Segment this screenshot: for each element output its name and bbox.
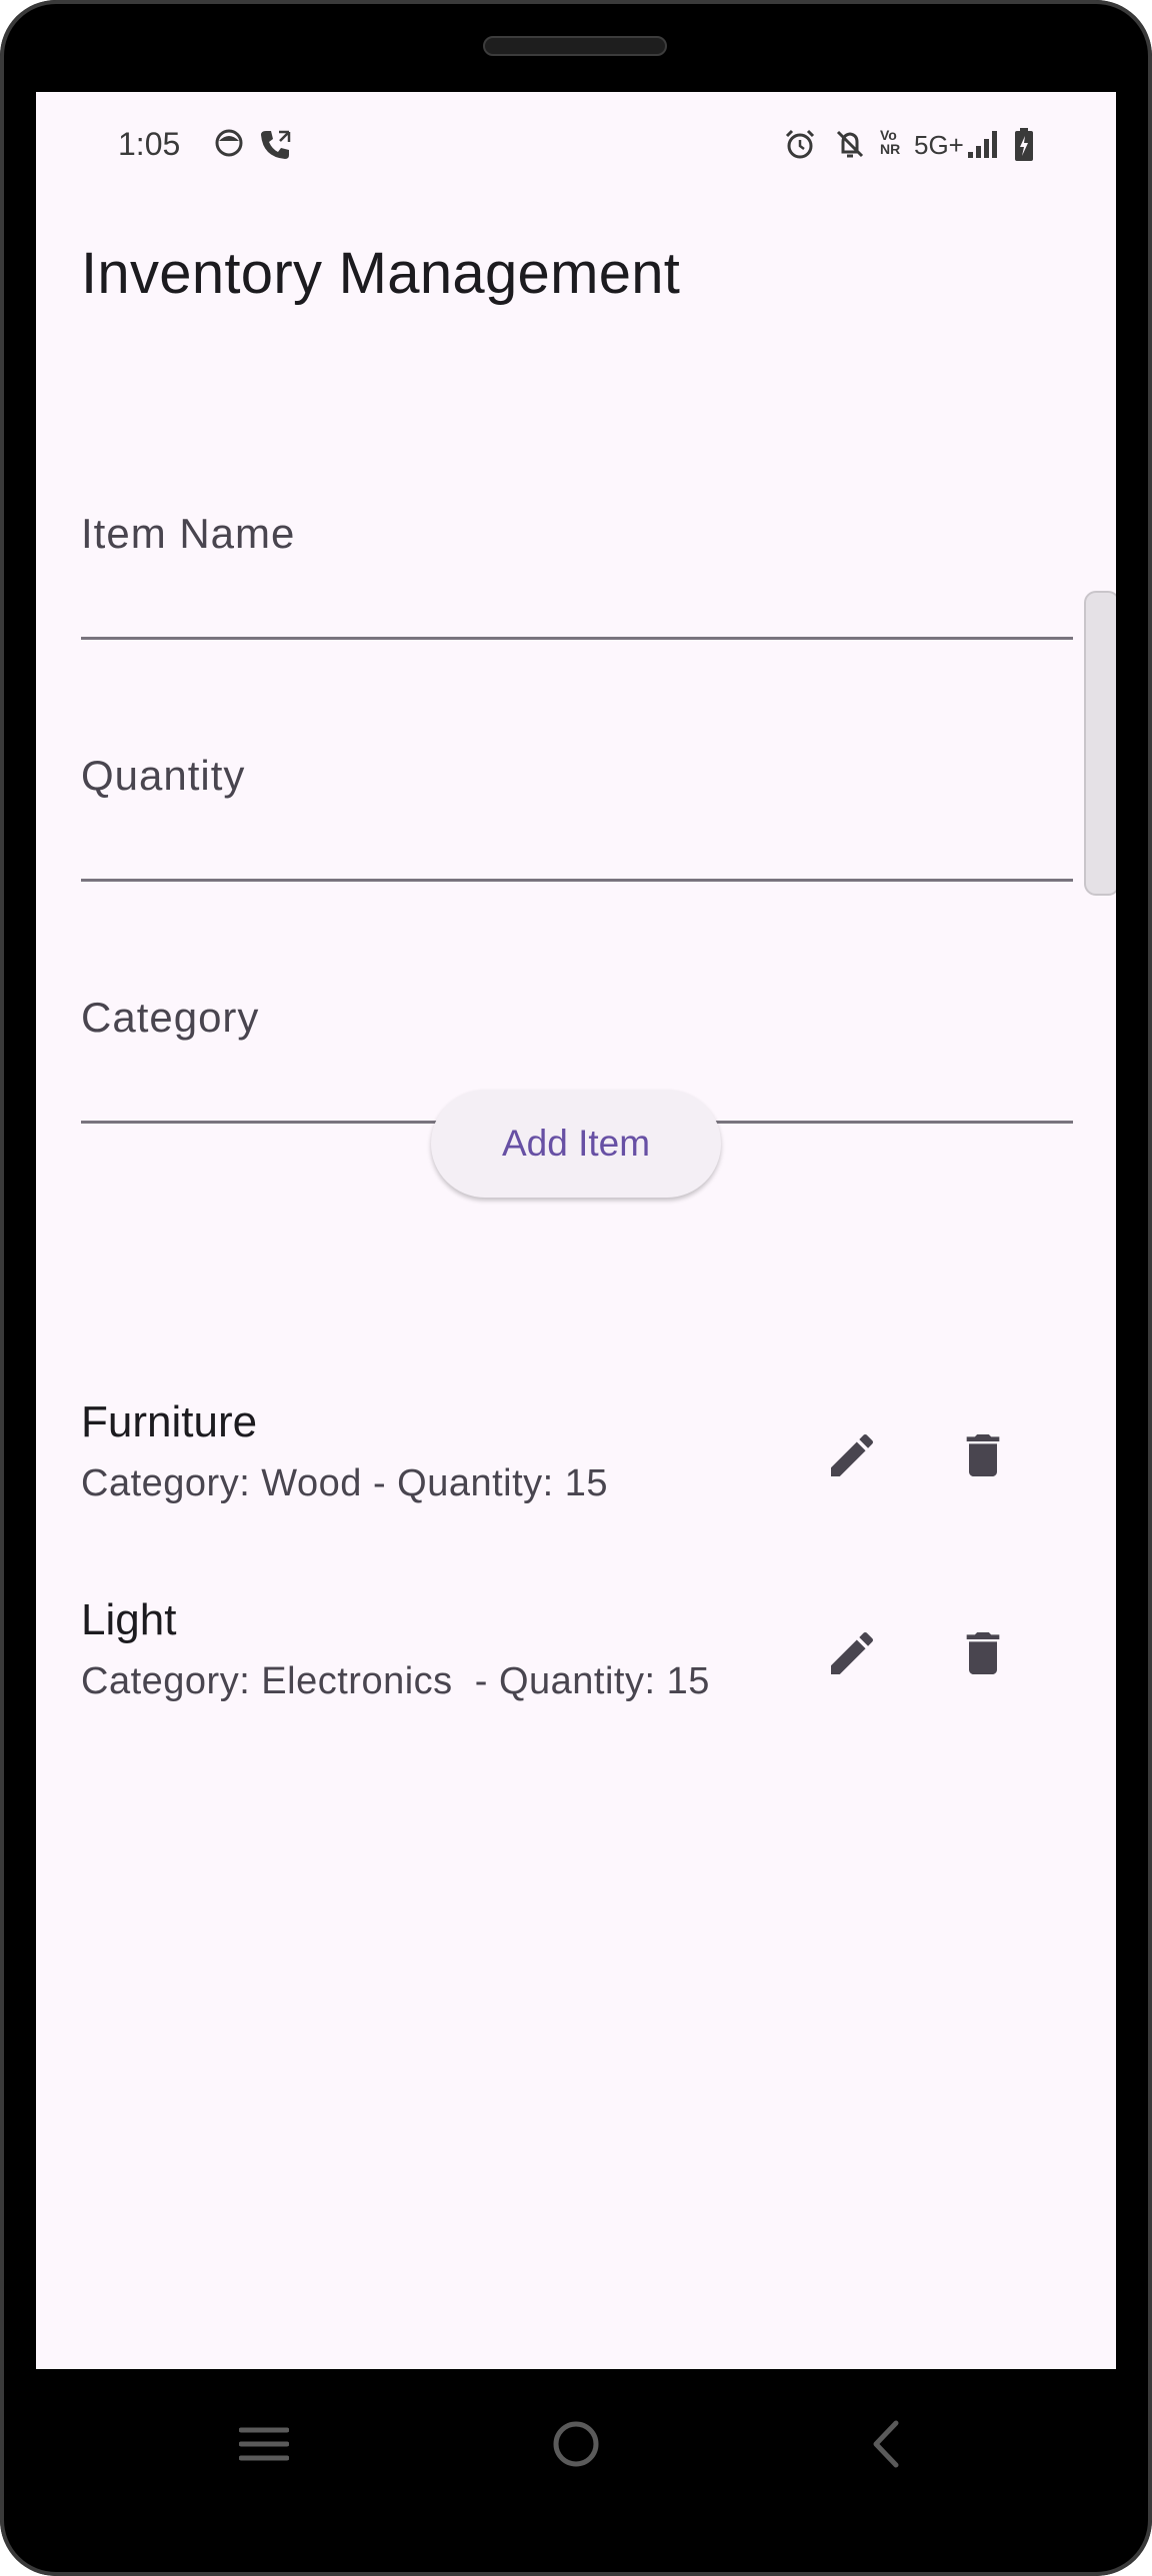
alarm-icon xyxy=(784,128,816,160)
delete-icon[interactable] xyxy=(935,1605,1031,1701)
battery-icon xyxy=(1014,128,1034,162)
app-screen: 1:05 Vo NR 5G+ Inventory Management Item… xyxy=(36,92,1116,2369)
quantity-field[interactable]: Quantity xyxy=(81,752,1073,882)
call-icon xyxy=(258,128,292,162)
bell-off-icon xyxy=(834,128,866,160)
list-item: Light Category: Electronics - Quantity: … xyxy=(36,1595,1116,1775)
item-name-field[interactable]: Item Name xyxy=(81,510,1073,640)
list-item: Furniture Category: Wood - Quantity: 15 xyxy=(36,1397,1116,1577)
5g-icon: 5G+ xyxy=(914,130,964,160)
page-title: Inventory Management xyxy=(81,241,681,306)
home-icon[interactable] xyxy=(526,2399,626,2489)
volte-vo-label: Vo xyxy=(880,127,897,143)
item-name-underline xyxy=(81,637,1073,640)
phone-frame: 1:05 Vo NR 5G+ Inventory Management Item… xyxy=(0,0,1152,2576)
signal-icon xyxy=(966,128,1000,160)
status-time: 1:05 xyxy=(118,126,181,162)
navigation-bar xyxy=(0,2369,1152,2519)
status-bar: 1:05 Vo NR 5G+ xyxy=(36,92,1116,202)
quantity-input[interactable] xyxy=(81,752,1073,882)
back-icon[interactable] xyxy=(836,2399,936,2489)
add-item-button[interactable]: Add Item xyxy=(431,1090,721,1198)
edit-icon[interactable] xyxy=(804,1407,900,1503)
item-title: Light xyxy=(81,1595,177,1644)
delete-icon[interactable] xyxy=(935,1407,1031,1503)
quantity-underline xyxy=(81,879,1073,882)
item-title: Furniture xyxy=(81,1397,258,1446)
scrollbar-thumb[interactable] xyxy=(1084,591,1116,896)
edit-icon[interactable] xyxy=(804,1605,900,1701)
item-subtitle: Category: Wood - Quantity: 15 xyxy=(81,1462,609,1504)
face-icon xyxy=(214,128,244,158)
volte-icon: Vo NR xyxy=(880,128,900,156)
item-name-input[interactable] xyxy=(81,510,1073,640)
earpiece-speaker xyxy=(483,36,667,56)
item-subtitle: Category: Electronics - Quantity: 15 xyxy=(81,1660,710,1702)
volte-nr-label: NR xyxy=(880,141,901,157)
recents-icon[interactable] xyxy=(214,2399,314,2489)
